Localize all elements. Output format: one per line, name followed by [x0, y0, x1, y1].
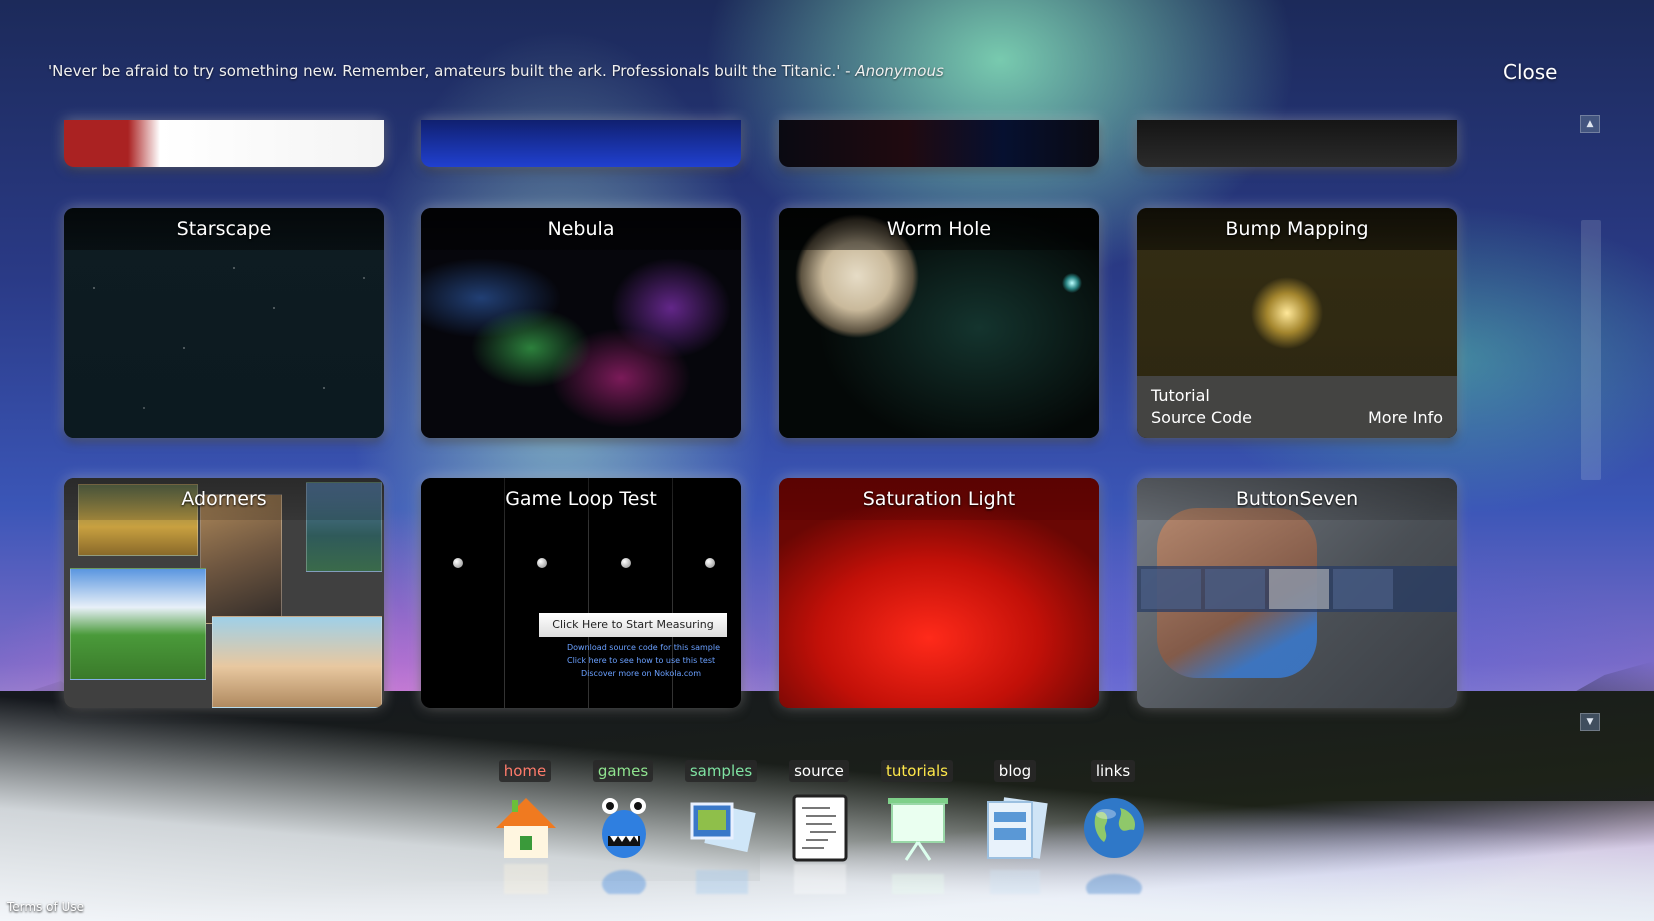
- presentation-board-icon-reflection: [892, 874, 944, 894]
- tile-title: Starscape: [64, 208, 384, 250]
- tile-game-loop-test[interactable]: Click Here to Start Measuring Download s…: [421, 478, 741, 708]
- pictures-icon[interactable]: [1269, 569, 1329, 609]
- dock-item-source[interactable]: source: [774, 760, 864, 920]
- scroll-up-button[interactable]: ▲: [1580, 115, 1600, 133]
- house-icon: [496, 798, 556, 858]
- globe-icon: [1084, 798, 1144, 858]
- close-button[interactable]: Close: [1503, 60, 1557, 84]
- tutorial-link[interactable]: Tutorial: [1151, 386, 1210, 405]
- tile-partial-lightning[interactable]: [421, 120, 741, 167]
- tile-partial-fireworks[interactable]: [779, 120, 1099, 167]
- document-icon[interactable]: [1141, 569, 1201, 609]
- tile-starscape[interactable]: Starscape: [64, 208, 384, 438]
- terms-of-use-link[interactable]: Terms of Use: [7, 900, 84, 914]
- dock-label: blog: [993, 760, 1037, 782]
- documents-icon-reflection: [990, 870, 1040, 894]
- tile-title: Adorners: [64, 478, 384, 520]
- button-strip: [1137, 566, 1457, 612]
- tile-partial-clock[interactable]: [1137, 120, 1457, 167]
- ball-icon: [537, 558, 547, 568]
- documents-icon: [987, 797, 1048, 859]
- tile-worm-hole[interactable]: Worm Hole: [779, 208, 1099, 438]
- globe-icon[interactable]: [1333, 569, 1393, 609]
- tile-buttonseven[interactable]: ButtonSeven: [1137, 478, 1457, 708]
- tile-saturation-light[interactable]: Saturation Light: [779, 478, 1099, 708]
- ball-icon: [621, 558, 631, 568]
- monster-icon: [602, 798, 646, 858]
- dock-item-blog[interactable]: blog: [970, 760, 1060, 920]
- dock-label: home: [498, 760, 552, 782]
- scroll-track[interactable]: [1581, 220, 1601, 480]
- presentation-board-icon: [888, 798, 948, 861]
- dock-label: games: [592, 760, 654, 782]
- quote-author: Anonymous: [855, 62, 944, 80]
- tile-title: Bump Mapping: [1137, 208, 1457, 250]
- dock-item-samples[interactable]: samples: [676, 760, 766, 920]
- dock-label: tutorials: [881, 760, 953, 782]
- more-info-link[interactable]: More Info: [1368, 408, 1443, 427]
- dock-item-games[interactable]: games: [578, 760, 668, 920]
- dock-item-tutorials[interactable]: tutorials: [872, 760, 962, 920]
- tile-title: Saturation Light: [779, 478, 1099, 520]
- dock-label: samples: [684, 760, 758, 782]
- source-code-link[interactable]: Source Code: [1151, 408, 1252, 427]
- globe-icon-reflection: [1086, 874, 1142, 894]
- dock: home games samples source tutorials blog…: [480, 760, 1180, 920]
- tile-bump-mapping[interactable]: Bump Mapping Tutorial Source Code More I…: [1137, 208, 1457, 438]
- photos-icon: [690, 802, 756, 853]
- discover-more-link[interactable]: Discover more on Nokola.com: [581, 669, 701, 678]
- tile-title: Game Loop Test: [421, 478, 741, 520]
- quote-text: 'Never be afraid to try something new. R…: [48, 62, 856, 80]
- dock-item-links[interactable]: links: [1068, 760, 1158, 920]
- start-measuring-button[interactable]: Click Here to Start Measuring: [539, 613, 727, 637]
- house-icon-reflection: [504, 864, 548, 894]
- tile-nebula[interactable]: Nebula: [421, 208, 741, 438]
- photo-coast: [70, 568, 206, 680]
- dock-item-home[interactable]: home: [480, 760, 570, 920]
- tile-title: Nebula: [421, 208, 741, 250]
- monster-icon-reflection: [602, 870, 646, 894]
- dock-label: source: [789, 760, 849, 782]
- ball-icon: [705, 558, 715, 568]
- quote: 'Never be afraid to try something new. R…: [48, 62, 944, 80]
- code-page-icon: [792, 794, 848, 862]
- tile-partial-color-picker[interactable]: [64, 120, 384, 167]
- presentation-icon[interactable]: [1205, 569, 1265, 609]
- tile-adorners[interactable]: Adorners: [64, 478, 384, 708]
- download-source-link[interactable]: Download source code for this sample: [567, 643, 720, 652]
- how-to-use-link[interactable]: Click here to see how to use this test: [567, 656, 715, 665]
- tile-title: ButtonSeven: [1137, 478, 1457, 520]
- samples-grid: Starscape Nebula Worm Hole Bump Mapping …: [60, 120, 1460, 720]
- scroll-down-button[interactable]: ▼: [1580, 713, 1600, 731]
- photo-beach: [212, 616, 382, 708]
- ball-icon: [453, 558, 463, 568]
- tile-title: Worm Hole: [779, 208, 1099, 250]
- dock-label: links: [1090, 760, 1136, 782]
- photos-icon-reflection: [696, 870, 748, 894]
- tile-links-panel: Tutorial Source Code More Info: [1137, 376, 1457, 438]
- code-page-icon-reflection: [794, 864, 846, 894]
